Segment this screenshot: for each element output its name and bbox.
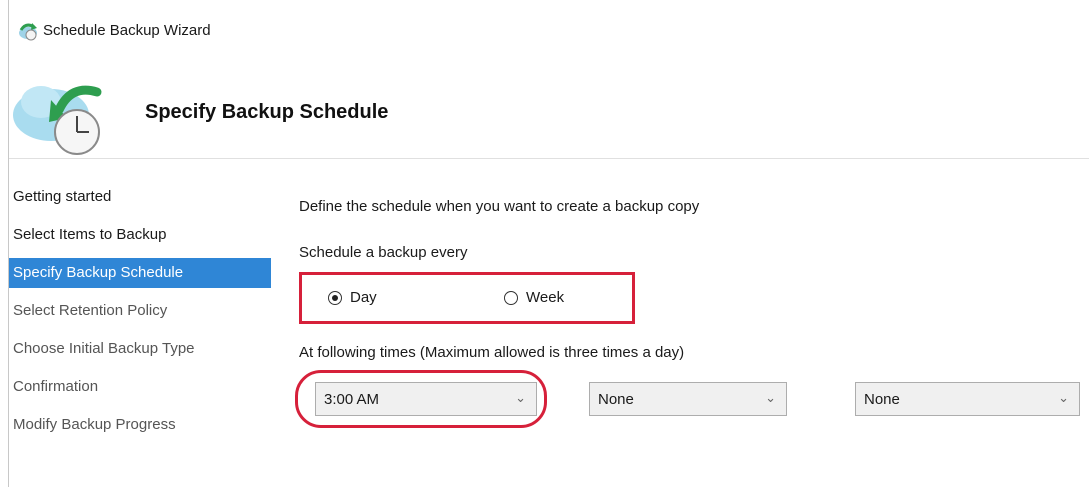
schedule-label: Schedule a backup every <box>299 244 468 261</box>
main-panel: Define the schedule when you want to cre… <box>295 178 1089 487</box>
window-title: Schedule Backup Wizard <box>43 22 211 39</box>
time-select-1[interactable]: 3:00 AM ⌄ <box>315 382 537 416</box>
chevron-down-icon: ⌄ <box>1058 390 1069 405</box>
frequency-highlight: Day Week <box>299 272 635 324</box>
day-radio[interactable]: Day <box>328 289 377 306</box>
schedule-description: Define the schedule when you want to cre… <box>299 198 700 215</box>
step-specify-schedule[interactable]: Specify Backup Schedule <box>9 258 271 288</box>
title-bar: Schedule Backup Wizard <box>9 0 1089 58</box>
week-radio-label: Week <box>526 289 565 306</box>
wizard-steps: Getting started Select Items to Backup S… <box>9 178 271 444</box>
time-select-2[interactable]: None ⌄ <box>589 382 787 416</box>
wizard-header: Specify Backup Schedule <box>9 58 1089 159</box>
radio-unselected-icon <box>504 290 518 305</box>
step-getting-started[interactable]: Getting started <box>9 178 271 216</box>
radio-selected-icon <box>328 290 342 305</box>
step-confirmation[interactable]: Confirmation <box>9 368 271 406</box>
page-title: Specify Backup Schedule <box>145 101 389 123</box>
time-select-2-value: None <box>598 391 634 408</box>
step-modify-progress[interactable]: Modify Backup Progress <box>9 406 271 444</box>
wizard-window: Schedule Backup Wizard Specify Backup Sc… <box>8 0 1089 487</box>
day-radio-label: Day <box>350 289 377 306</box>
chevron-down-icon: ⌄ <box>765 390 776 405</box>
week-radio[interactable]: Week <box>504 289 564 306</box>
times-label: At following times (Maximum allowed is t… <box>299 344 685 361</box>
chevron-down-icon: ⌄ <box>515 390 526 405</box>
step-select-items[interactable]: Select Items to Backup <box>9 216 271 254</box>
time-select-3-value: None <box>864 391 900 408</box>
cloud-clock-icon <box>11 70 111 160</box>
time-select-3[interactable]: None ⌄ <box>855 382 1080 416</box>
step-initial-backup-type[interactable]: Choose Initial Backup Type <box>9 330 271 368</box>
cloud-backup-icon <box>17 20 39 42</box>
step-retention-policy[interactable]: Select Retention Policy <box>9 292 271 330</box>
time-select-1-value: 3:00 AM <box>324 391 380 408</box>
